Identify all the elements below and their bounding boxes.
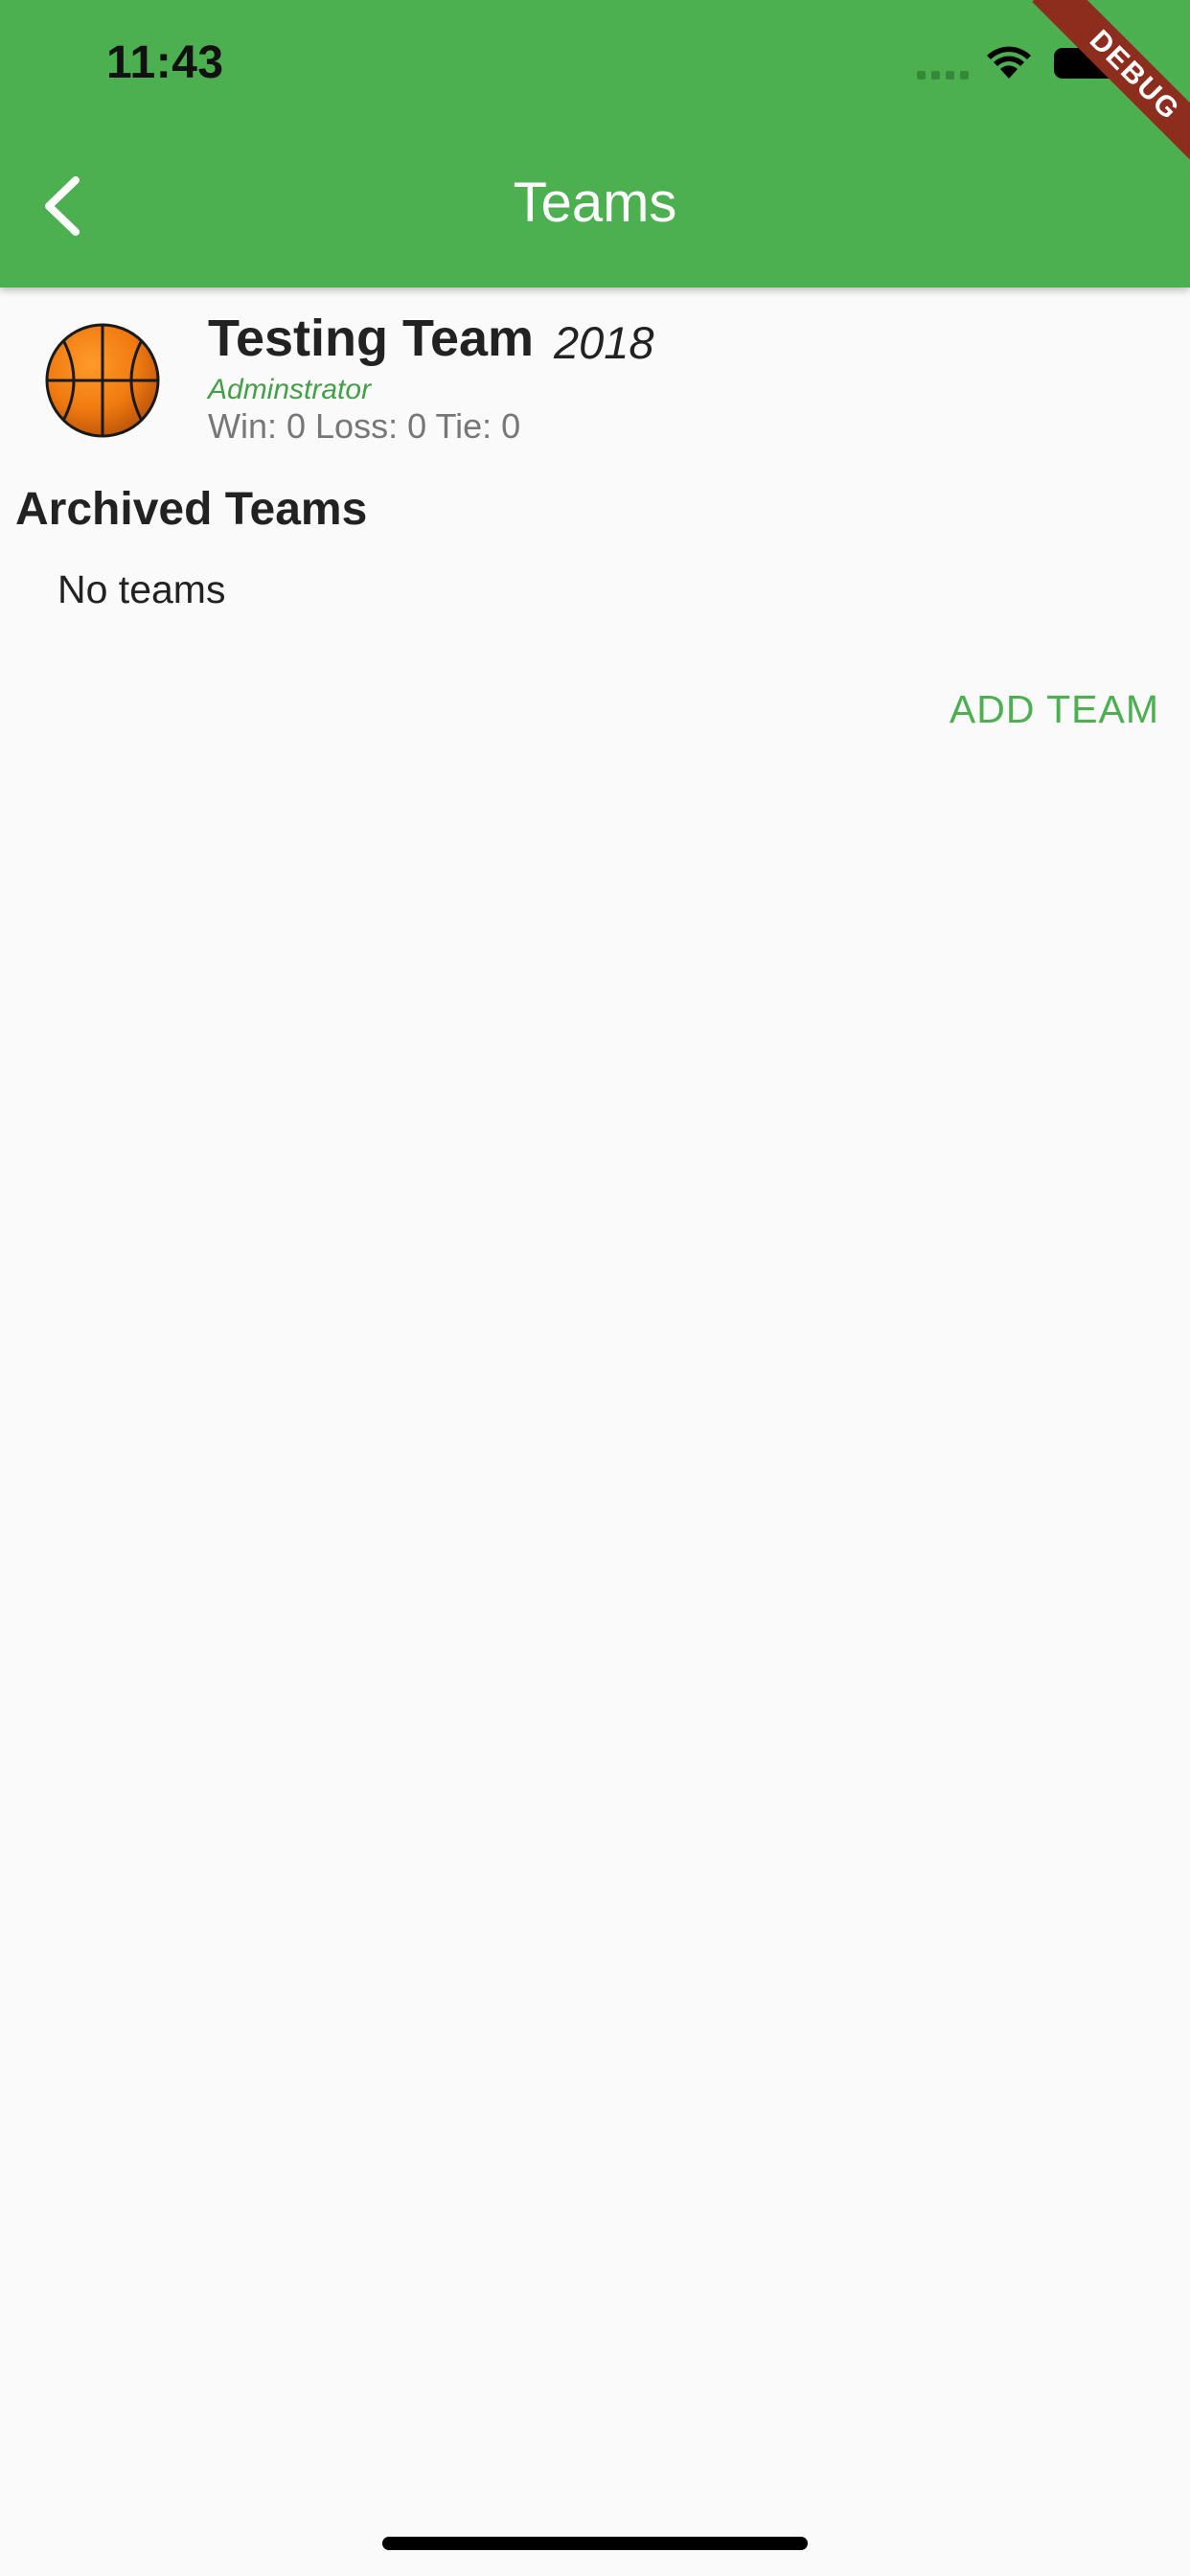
add-team-button[interactable]: ADD TEAM [910, 671, 1159, 748]
team-year: 2018 [554, 317, 654, 368]
app-bar: 11:43 Teams [0, 0, 1190, 288]
cellular-signal-icon [917, 71, 969, 80]
page-title: Teams [513, 172, 677, 234]
home-indicator[interactable] [382, 2537, 808, 2550]
archived-teams-empty-text: No teams [57, 567, 226, 611]
status-time: 11:43 [106, 37, 224, 88]
team-role: Adminstrator [208, 374, 372, 405]
team-record: Win: 0 Loss: 0 Tie: 0 [208, 406, 521, 446]
wifi-icon [987, 46, 1031, 79]
team-list-item[interactable]: Testing Team 2018 Adminstrator Win: 0 Lo… [0, 295, 1190, 458]
battery-tip [1121, 57, 1126, 70]
archived-teams-heading: Archived Teams [15, 484, 368, 535]
battery-icon [1054, 48, 1119, 79]
team-name: Testing Team [208, 310, 535, 367]
basketball-icon [45, 323, 160, 438]
